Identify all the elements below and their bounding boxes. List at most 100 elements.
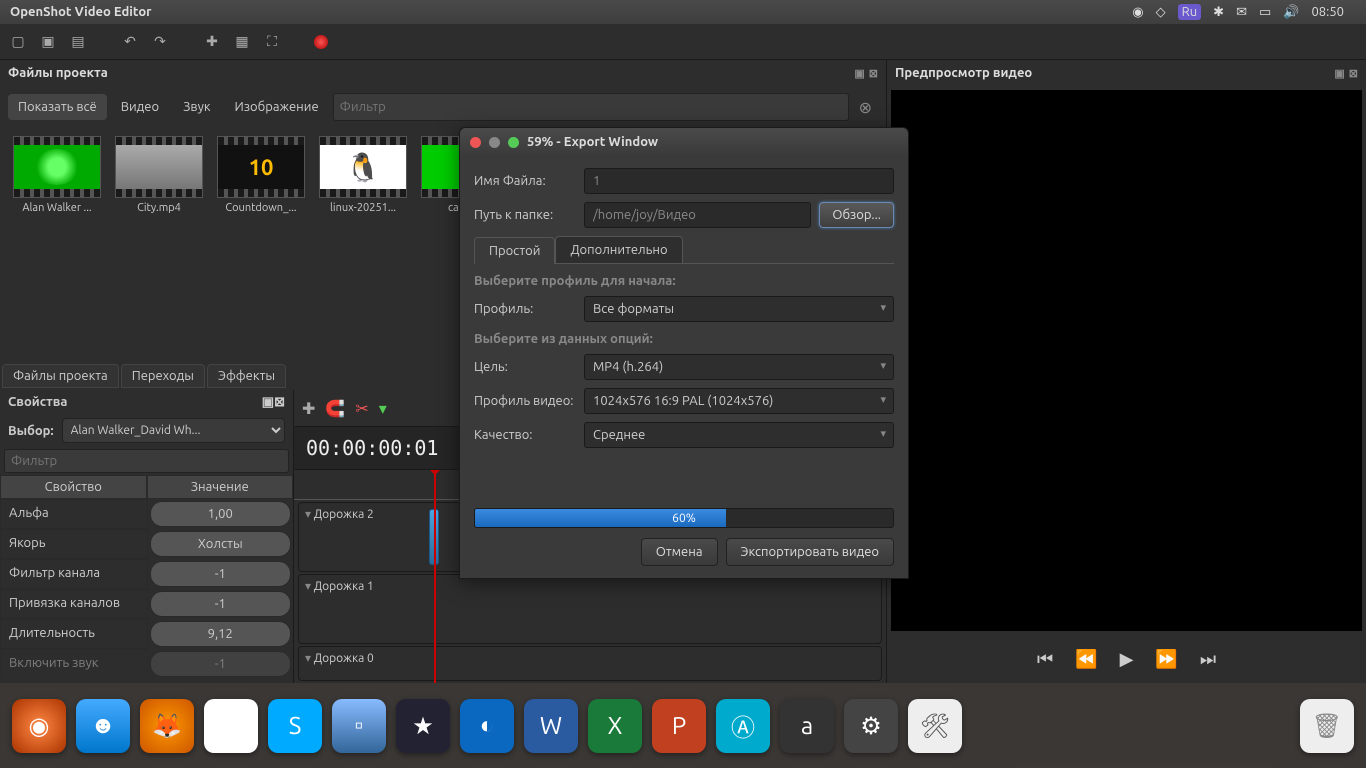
property-value[interactable]: -1 [150, 651, 292, 677]
rewind-icon[interactable]: ⏪ [1075, 649, 1097, 670]
filter-tab-image[interactable]: Изображение [225, 94, 329, 120]
tab-advanced[interactable]: Дополнительно [555, 236, 682, 263]
dock-word-icon[interactable]: W [524, 699, 578, 753]
new-project-icon[interactable]: ▢ [8, 32, 28, 52]
dock-settings-icon[interactable]: ⚙ [844, 699, 898, 753]
target-select[interactable]: MP4 (h.264) [584, 354, 894, 380]
main-toolbar: ▢ ▣ ▤ ↶ ↷ ✚ ▦ ⛶ [0, 24, 1366, 60]
dock-finder-icon[interactable]: ☻ [76, 699, 130, 753]
detach-icon[interactable]: ▣ [854, 67, 864, 80]
system-menubar: OpenShot Video Editor ◉ ◇ Ru ✱ ✉ ▭ 🔊 08:… [0, 0, 1366, 24]
dock-photos-icon[interactable]: ▫ [332, 699, 386, 753]
clip-item[interactable]: 10Countdown_... [212, 136, 310, 220]
dock-browser-icon[interactable]: ◐ [460, 699, 514, 753]
clip-item[interactable]: Alan Walker ... [8, 136, 106, 220]
properties-panel: Свойства ▣ ⊠ Выбор: Alan Walker_David Wh… [0, 390, 294, 683]
tab-transitions[interactable]: Переходы [121, 364, 205, 388]
selection-dropdown[interactable]: Alan Walker_David Wh... [62, 418, 285, 443]
close-panel-icon[interactable]: ⊠ [1349, 67, 1358, 80]
dock-imovie-icon[interactable]: ★ [396, 699, 450, 753]
close-panel-icon[interactable]: ⊠ [274, 395, 285, 410]
quality-select[interactable]: Среднее [584, 422, 894, 448]
properties-filter-input[interactable] [4, 449, 289, 473]
clear-filter-icon[interactable]: ⊗ [859, 98, 872, 117]
tab-effects[interactable]: Эффекты [207, 364, 286, 388]
dock-excel-icon[interactable]: X [588, 699, 642, 753]
snap-icon[interactable]: 🧲 [325, 399, 345, 418]
undo-icon[interactable]: ↶ [120, 32, 140, 52]
bluetooth-icon[interactable]: ✱ [1213, 5, 1224, 20]
maximize-window-icon[interactable] [508, 137, 519, 148]
save-project-icon[interactable]: ▤ [68, 32, 88, 52]
redo-icon[interactable]: ↷ [150, 32, 170, 52]
system-tray: ◉ ◇ Ru ✱ ✉ ▭ 🔊 08:50 [1132, 4, 1356, 20]
timeline-track[interactable]: Дорожка 1 [298, 574, 882, 644]
razor-icon[interactable]: ✂ [355, 399, 368, 418]
playhead[interactable] [434, 470, 436, 683]
minimize-window-icon[interactable] [489, 137, 500, 148]
clip-item[interactable]: City.mp4 [110, 136, 208, 220]
play-icon[interactable]: ▶ [1120, 649, 1134, 670]
profile-icon[interactable]: ▦ [232, 32, 252, 52]
dock-skype-icon[interactable]: S [268, 699, 322, 753]
filter-tab-video[interactable]: Видео [111, 94, 169, 120]
detach-icon[interactable]: ▣ [262, 395, 274, 410]
export-progress-bar: 60% [474, 508, 894, 528]
chrome-icon[interactable]: ◉ [1132, 5, 1143, 20]
project-files-panel-title: Файлы проекта ▣ ⊠ [0, 60, 886, 86]
detach-icon[interactable]: ▣ [1334, 67, 1344, 80]
filter-input[interactable] [333, 93, 849, 121]
add-track-icon[interactable]: ✚ [302, 399, 315, 418]
volume-icon[interactable]: 🔊 [1283, 5, 1299, 20]
filename-input[interactable] [584, 168, 894, 194]
import-icon[interactable]: ✚ [202, 32, 222, 52]
jump-end-icon[interactable]: ⏭ [1200, 649, 1216, 670]
dock-chrome-icon[interactable]: ◉ [204, 699, 258, 753]
filter-tab-audio[interactable]: Звук [173, 94, 220, 120]
tab-project-files[interactable]: Файлы проекта [2, 364, 119, 388]
profile-select[interactable]: Все форматы [584, 296, 894, 322]
dock-firefox-icon[interactable]: 🦊 [140, 699, 194, 753]
marker-icon[interactable]: ▾ [379, 399, 387, 418]
close-panel-icon[interactable]: ⊠ [869, 67, 878, 80]
cancel-button[interactable]: Отмена [641, 538, 718, 566]
col-value: Значение [147, 475, 294, 499]
keyboard-layout[interactable]: Ru [1178, 4, 1202, 20]
wifi-icon[interactable]: ◇ [1156, 5, 1166, 20]
battery-icon[interactable]: ▭ [1259, 5, 1271, 20]
export-icon[interactable] [314, 35, 328, 49]
app-title: OpenShot Video Editor [10, 5, 152, 19]
property-row: Включить звук-1 [0, 649, 293, 679]
dock-appstore-icon[interactable]: Ⓐ [716, 699, 770, 753]
property-value[interactable]: 9,12 [150, 621, 292, 647]
preview-viewport [891, 90, 1362, 631]
export-dialog: 59% - Export Window Имя Файла: Путь к па… [459, 127, 909, 579]
clock[interactable]: 08:50 [1311, 5, 1344, 19]
dock-amazon-icon[interactable]: a [780, 699, 834, 753]
folder-path-input[interactable] [584, 202, 811, 228]
property-value[interactable]: Холсты [150, 531, 292, 557]
dock-trash-icon[interactable]: 🗑 [1300, 699, 1354, 753]
fast-forward-icon[interactable]: ⏩ [1155, 649, 1177, 670]
property-value[interactable]: 1,00 [150, 501, 292, 527]
close-window-icon[interactable] [470, 137, 481, 148]
col-property: Свойство [0, 475, 147, 499]
clip-item[interactable]: 🐧linux-20251... [314, 136, 412, 220]
browse-button[interactable]: Обзор... [819, 202, 894, 228]
dock-powerpoint-icon[interactable]: P [652, 699, 706, 753]
property-row: ЯкорьХолсты [0, 529, 293, 559]
tab-simple[interactable]: Простой [474, 237, 555, 264]
dialog-titlebar[interactable]: 59% - Export Window [460, 128, 908, 156]
open-project-icon[interactable]: ▣ [38, 32, 58, 52]
video-profile-select[interactable]: 1024x576 16:9 PAL (1024x576) [584, 388, 894, 414]
property-value[interactable]: -1 [150, 561, 292, 587]
dock-tools-icon[interactable]: 🛠 [908, 699, 962, 753]
property-value[interactable]: -1 [150, 591, 292, 617]
timeline-track[interactable]: Дорожка 0 [298, 646, 882, 681]
mail-icon[interactable]: ✉ [1236, 5, 1247, 20]
dock-ubuntu-icon[interactable]: ◉ [12, 699, 66, 753]
filter-tab-all[interactable]: Показать всё [8, 94, 107, 120]
fullscreen-icon[interactable]: ⛶ [262, 32, 282, 52]
jump-start-icon[interactable]: ⏮ [1037, 649, 1053, 670]
export-video-button[interactable]: Экспортировать видео [726, 538, 894, 566]
